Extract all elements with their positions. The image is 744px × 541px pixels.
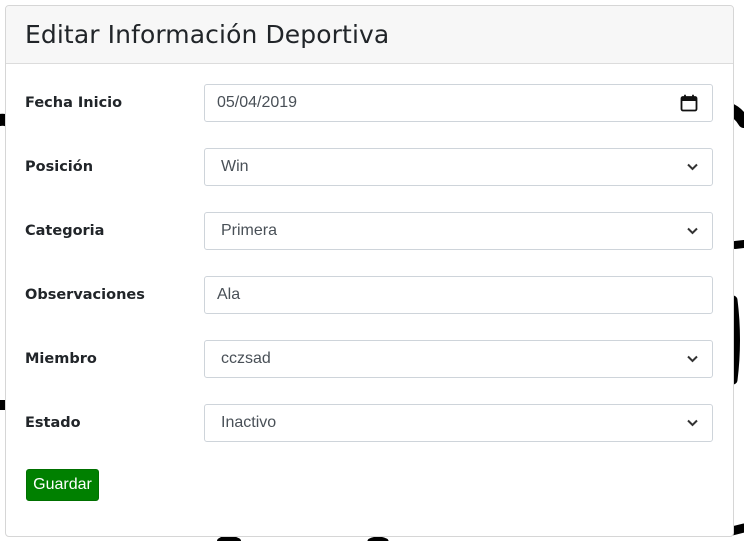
category-value: Primera: [221, 222, 278, 239]
status-value: Inactivo: [221, 414, 277, 431]
chevron-down-icon: [687, 163, 698, 171]
calendar-icon[interactable]: [680, 94, 698, 112]
field-row-start-date: Fecha Inicio 05/04/2019: [6, 84, 733, 122]
field-row-member: Miembro cczsad: [6, 340, 733, 378]
position-label: Posición: [25, 159, 94, 175]
field-row-position: Posición Win: [6, 148, 733, 186]
status-select[interactable]: Inactivo: [204, 404, 713, 442]
field-row-observations: Observaciones Ala: [6, 276, 733, 314]
edit-sports-info-card: Editar Información Deportiva Fecha Inici…: [5, 5, 734, 537]
page-title: Editar Información Deportiva: [25, 20, 390, 49]
observations-label: Observaciones: [25, 287, 145, 303]
field-row-category: Categoria Primera: [6, 212, 733, 250]
chevron-down-icon: [687, 419, 698, 427]
member-value: cczsad: [221, 350, 271, 367]
save-button[interactable]: Guardar: [26, 469, 99, 501]
start-date-value: 05/04/2019: [217, 94, 298, 111]
field-row-status: Estado Inactivo: [6, 404, 733, 442]
category-label: Categoria: [25, 223, 105, 239]
chevron-down-icon: [687, 227, 698, 235]
start-date-label: Fecha Inicio: [25, 95, 123, 111]
category-select[interactable]: Primera: [204, 212, 713, 250]
chevron-down-icon: [687, 355, 698, 363]
observations-input[interactable]: Ala: [204, 276, 713, 314]
status-label: Estado: [25, 415, 81, 431]
position-select[interactable]: Win: [204, 148, 713, 186]
member-select[interactable]: cczsad: [204, 340, 713, 378]
member-label: Miembro: [25, 351, 97, 367]
card-header: Editar Información Deportiva: [6, 6, 733, 64]
observations-value: Ala: [217, 286, 241, 303]
position-value: Win: [221, 158, 249, 175]
start-date-input[interactable]: 05/04/2019: [204, 84, 713, 122]
